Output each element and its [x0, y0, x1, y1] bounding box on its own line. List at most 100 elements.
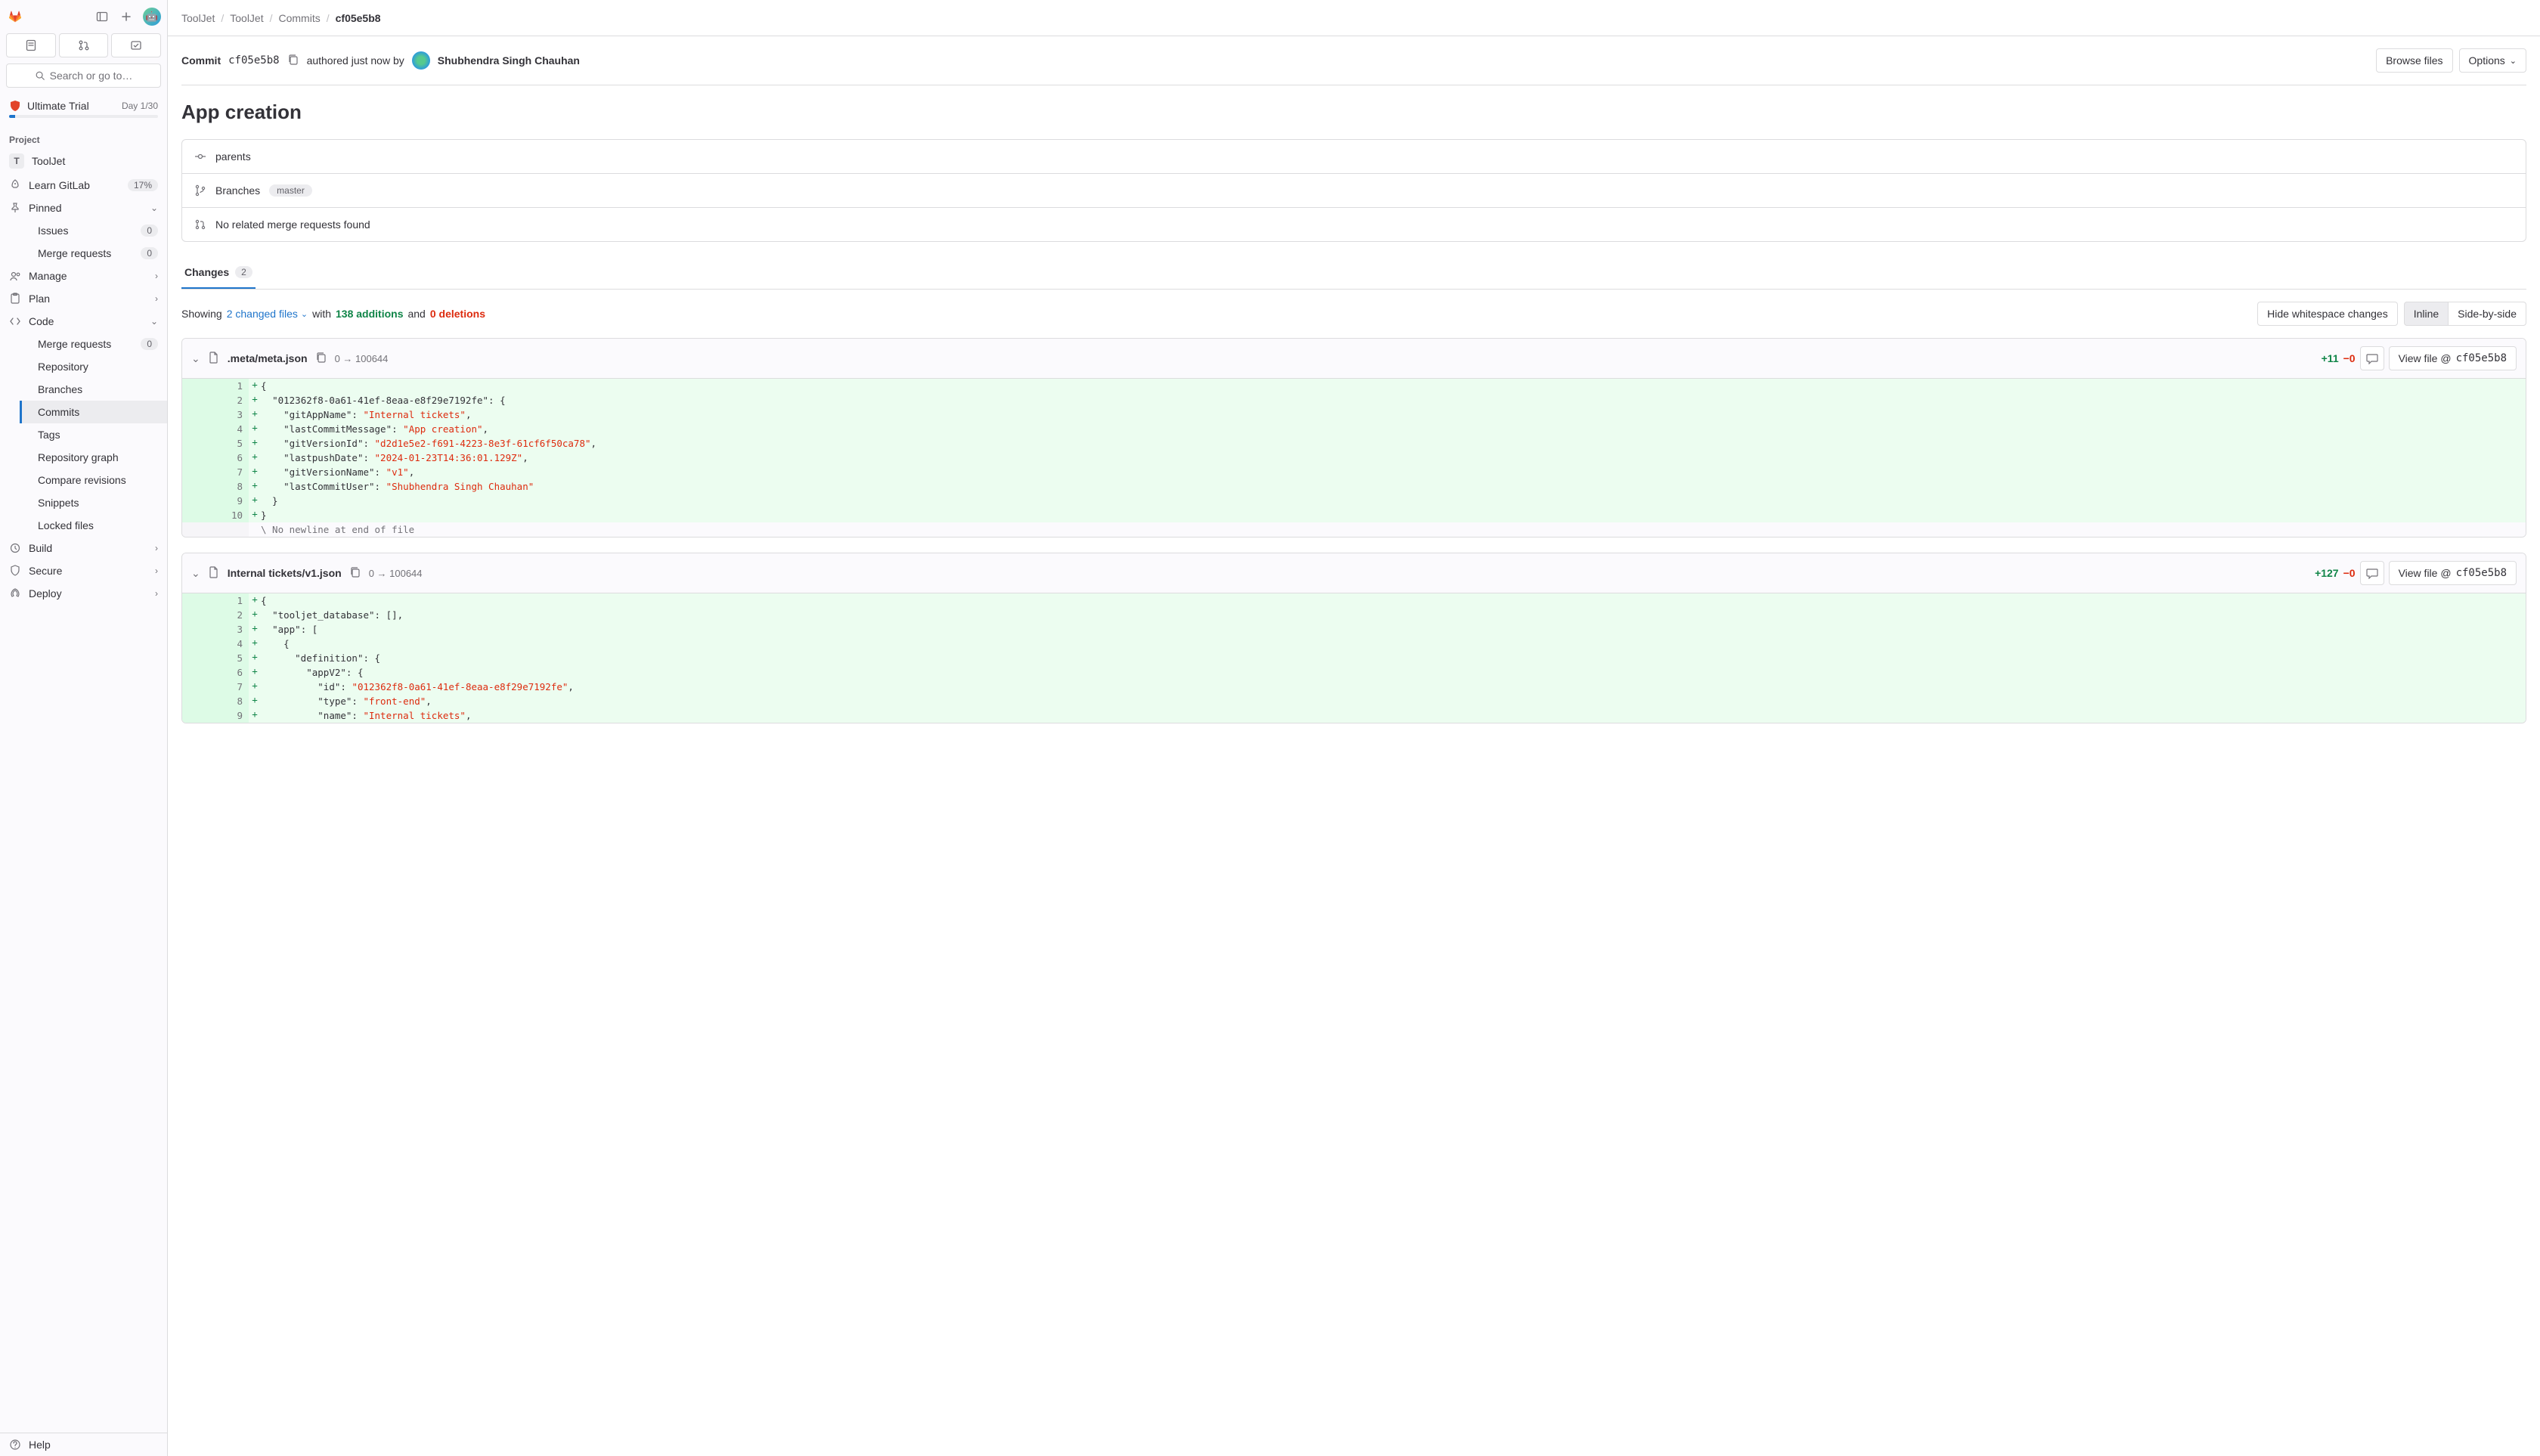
copy-path-icon[interactable] [349, 566, 361, 581]
diff-file-header: ⌄ .meta/meta.json 0 → 100644 +11 −0 View… [182, 339, 2526, 379]
browse-files-button[interactable]: Browse files [2376, 48, 2452, 73]
sidebar-item-repository[interactable]: Repository [20, 355, 167, 378]
comment-button[interactable] [2360, 561, 2384, 585]
sidebar-item-help[interactable]: Help [0, 1433, 167, 1456]
file-icon [208, 566, 220, 581]
diff-code: { [261, 593, 2526, 608]
collapse-file-icon[interactable]: ⌄ [191, 567, 200, 580]
diff-line[interactable]: 6+ "lastpushDate": "2024-01-23T14:36:01.… [182, 451, 2526, 465]
trial-row[interactable]: Ultimate Trial Day 1/30 [9, 100, 158, 112]
collapse-file-icon[interactable]: ⌄ [191, 352, 200, 365]
sidebar-item-plan[interactable]: Plan › [0, 287, 167, 310]
sidebar-item-compare[interactable]: Compare revisions [20, 469, 167, 491]
changed-files-dropdown[interactable]: 2 changed files ⌄ [227, 308, 308, 320]
sidebar-item-deploy[interactable]: Deploy › [0, 582, 167, 605]
meta-mr-row: No related merge requests found [182, 208, 2526, 241]
issues-count: 0 [141, 225, 158, 237]
file-name[interactable]: Internal tickets/v1.json [228, 567, 342, 579]
sidebar-item-code[interactable]: Code ⌄ [0, 310, 167, 333]
sidebar-item-issues[interactable]: Issues 0 [20, 219, 167, 242]
tab-changes[interactable]: Changes 2 [181, 257, 256, 289]
line-number-old [182, 622, 215, 637]
line-number-new: 10 [215, 508, 249, 522]
diff-line[interactable]: \ No newline at end of file [182, 522, 2526, 537]
diff-line[interactable]: 9+ "name": "Internal tickets", [182, 708, 2526, 723]
inline-button[interactable]: Inline [2404, 302, 2449, 326]
diff-line[interactable]: 7+ "id": "012362f8-0a61-41ef-8eaa-e8f29e… [182, 680, 2526, 694]
sidebar-item-secure[interactable]: Secure › [0, 559, 167, 582]
breadcrumb-0[interactable]: ToolJet [181, 12, 215, 24]
sidebar-item-tags[interactable]: Tags [20, 423, 167, 446]
diff-line[interactable]: 9+ } [182, 494, 2526, 508]
sidebar-item-project[interactable]: T ToolJet [0, 148, 167, 174]
file-name[interactable]: .meta/meta.json [228, 352, 308, 364]
search-input[interactable]: Search or go to… [6, 64, 161, 88]
diff-line[interactable]: 1+{ [182, 379, 2526, 393]
view-file-button[interactable]: View file @ cf05e5b8 [2389, 561, 2517, 585]
author-avatar[interactable] [412, 51, 430, 70]
diff-line[interactable]: 8+ "lastCommitUser": "Shubhendra Singh C… [182, 479, 2526, 494]
file-deletions: −0 [2343, 567, 2356, 579]
main-content: ToolJet / ToolJet / Commits / cf05e5b8 C… [168, 0, 2540, 1456]
sidebar-item-manage[interactable]: Manage › [0, 265, 167, 287]
diff-code: "gitAppName": "Internal tickets", [261, 407, 2526, 422]
diff-line[interactable]: 4+ { [182, 637, 2526, 651]
sidebar-item-branches[interactable]: Branches [20, 378, 167, 401]
diff-line[interactable]: 1+{ [182, 593, 2526, 608]
diff-line[interactable]: 3+ "app": [ [182, 622, 2526, 637]
diff-line[interactable]: 3+ "gitAppName": "Internal tickets", [182, 407, 2526, 422]
line-number-old [182, 451, 215, 465]
breadcrumb-2[interactable]: Commits [279, 12, 321, 24]
gitlab-logo-icon[interactable] [6, 8, 24, 26]
project-section-label: Project [0, 127, 167, 148]
sidebar-item-commits[interactable]: Commits [20, 401, 167, 423]
line-number-old [182, 680, 215, 694]
side-by-side-button[interactable]: Side-by-side [2448, 302, 2526, 326]
diff-line[interactable]: 2+ "tooljet_database": [], [182, 608, 2526, 622]
chevron-right-icon: › [155, 293, 158, 304]
copy-sha-icon[interactable] [287, 54, 299, 68]
sidebar-tab-todo-icon[interactable] [111, 33, 161, 57]
line-number-new: 6 [215, 665, 249, 680]
diff-summary: Showing 2 changed files ⌄ with 138 addit… [181, 290, 2526, 338]
view-file-button[interactable]: View file @ cf05e5b8 [2389, 346, 2517, 370]
chevron-right-icon: › [155, 565, 158, 576]
file-deletions: −0 [2343, 352, 2356, 364]
sidebar-item-learn-gitlab[interactable]: Learn GitLab 17% [0, 174, 167, 197]
sidebar-tab-mr-icon[interactable] [59, 33, 109, 57]
comment-button[interactable] [2360, 346, 2384, 370]
diff-line[interactable]: 2+ "012362f8-0a61-41ef-8eaa-e8f29e7192fe… [182, 393, 2526, 407]
diff-code: } [261, 494, 2526, 508]
diff-line[interactable]: 8+ "type": "front-end", [182, 694, 2526, 708]
line-number-new: 1 [215, 593, 249, 608]
sidebar-item-pinned[interactable]: Pinned ⌄ [0, 197, 167, 219]
line-number-new: 1 [215, 379, 249, 393]
trial-progress [9, 115, 158, 118]
diff-line[interactable]: 10+} [182, 508, 2526, 522]
diff-line[interactable]: 7+ "gitVersionName": "v1", [182, 465, 2526, 479]
sidebar-tab-issues-icon[interactable] [6, 33, 56, 57]
diff-line[interactable]: 4+ "lastCommitMessage": "App creation", [182, 422, 2526, 436]
breadcrumb-1[interactable]: ToolJet [230, 12, 263, 24]
line-number-old [182, 694, 215, 708]
user-avatar[interactable]: 🤖 [143, 8, 161, 26]
sidebar-item-locked-files[interactable]: Locked files [20, 514, 167, 537]
plus-icon[interactable] [116, 6, 137, 27]
diff-line[interactable]: 6+ "appV2": { [182, 665, 2526, 680]
sidebar-item-build[interactable]: Build › [0, 537, 167, 559]
copy-path-icon[interactable] [315, 352, 327, 366]
sidebar-item-repo-graph[interactable]: Repository graph [20, 446, 167, 469]
chevron-right-icon: › [155, 271, 158, 281]
sidebar-item-merge-requests[interactable]: Merge requests 0 [20, 242, 167, 265]
diff-code: "lastCommitUser": "Shubhendra Singh Chau… [261, 479, 2526, 494]
sidebar-item-snippets[interactable]: Snippets [20, 491, 167, 514]
diff-line[interactable]: 5+ "gitVersionId": "d2d1e5e2-f691-4223-8… [182, 436, 2526, 451]
sidebar-item-code-mr[interactable]: Merge requests 0 [20, 333, 167, 355]
branch-chip[interactable]: master [269, 184, 312, 197]
line-number-old [182, 608, 215, 622]
author-name[interactable]: Shubhendra Singh Chauhan [438, 54, 580, 67]
options-button[interactable]: Options ⌄ [2459, 48, 2526, 73]
collapse-sidebar-icon[interactable] [91, 6, 113, 27]
diff-line[interactable]: 5+ "definition": { [182, 651, 2526, 665]
hide-whitespace-button[interactable]: Hide whitespace changes [2257, 302, 2398, 326]
